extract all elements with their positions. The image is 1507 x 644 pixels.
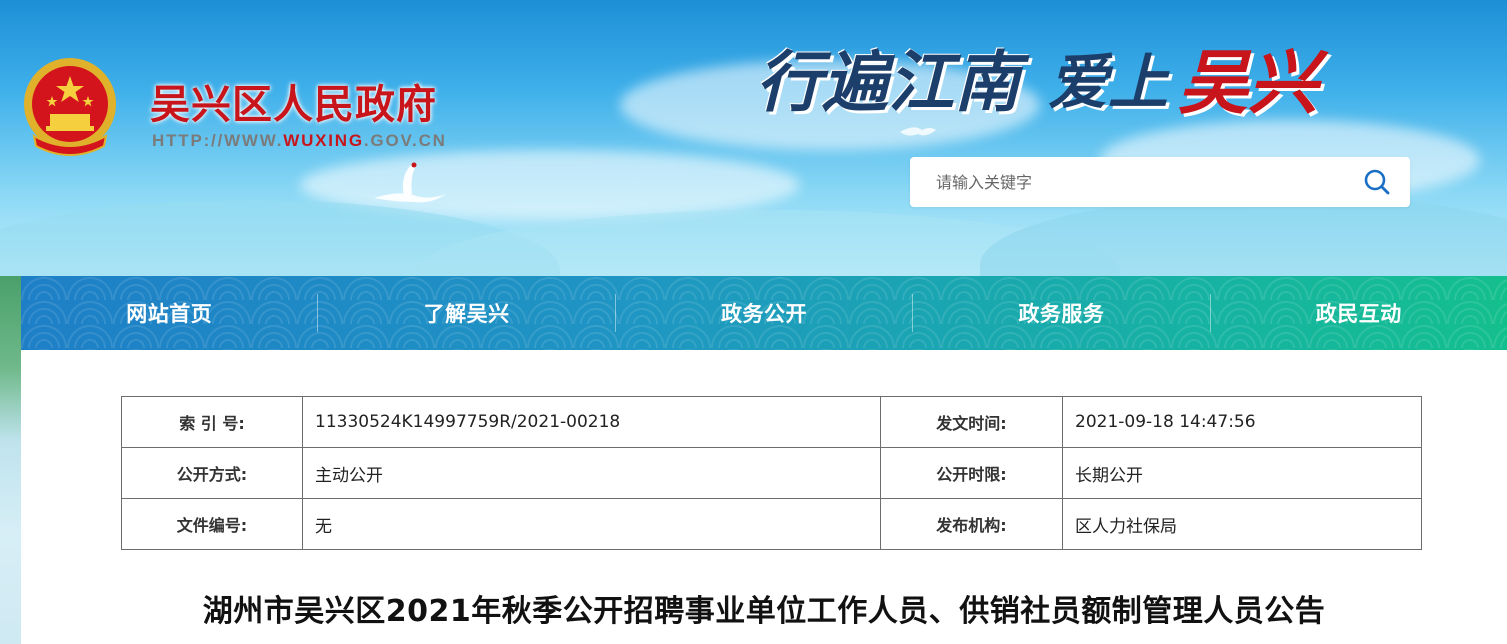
site-url-suffix: .GOV.CN — [363, 131, 447, 150]
slogan-part1: 行遍江南 — [756, 43, 1020, 121]
meta-label-doc-number: 文件编号: — [121, 498, 303, 550]
site-url[interactable]: HTTP://WWW.WUXING.GOV.CN — [152, 131, 447, 151]
search-icon — [1364, 169, 1390, 195]
site-title[interactable]: 吴兴区人民政府 — [150, 72, 437, 130]
nav-item-home[interactable]: 网站首页 — [21, 276, 317, 350]
slogan-part2: 爱上 — [1048, 47, 1168, 118]
table-row: 公开方式: 主动公开 公开时限: 长期公开 — [121, 447, 1422, 499]
nav-item-gov-service[interactable]: 政务服务 — [913, 276, 1209, 350]
article-title: 湖州市吴兴区2021年秋季公开招聘事业单位工作人员、供销社员额制管理人员公告 — [202, 594, 1326, 629]
document-meta-table: 索 引 号: 11330524K14997759R/2021-00218 发文时… — [121, 396, 1422, 550]
hill-decoration — [980, 195, 1507, 276]
table-row: 索 引 号: 11330524K14997759R/2021-00218 发文时… — [121, 396, 1422, 448]
crane-bird-icon — [374, 162, 446, 203]
meta-label-disclosure-period: 公开时限: — [880, 447, 1063, 499]
nav-item-interaction[interactable]: 政民互动 — [1211, 276, 1507, 350]
meta-label-date: 发文时间: — [880, 396, 1063, 448]
header-banner: 吴兴区人民政府 HTTP://WWW.WUXING.GOV.CN 行遍江南 爱上… — [0, 0, 1507, 276]
meta-label-disclosure-method: 公开方式: — [121, 447, 303, 499]
side-scenery — [0, 276, 21, 644]
meta-value-doc-number: 无 — [302, 498, 881, 550]
main-content: 索 引 号: 11330524K14997759R/2021-00218 发文时… — [21, 350, 1507, 644]
site-url-highlight: WUXING — [283, 131, 364, 150]
search-button[interactable] — [1362, 167, 1392, 197]
national-emblem-icon — [24, 58, 116, 156]
table-row: 文件编号: 无 发布机构: 区人力社保局 — [121, 498, 1422, 550]
nav-item-about[interactable]: 了解吴兴 — [318, 276, 614, 350]
meta-label-index: 索 引 号: — [121, 396, 303, 448]
meta-value-date: 2021-09-18 14:47:56 — [1062, 396, 1422, 448]
meta-value-index: 11330524K14997759R/2021-00218 — [302, 396, 881, 448]
site-url-prefix: HTTP://WWW. — [152, 131, 284, 150]
meta-value-disclosure-period: 长期公开 — [1062, 447, 1422, 499]
search-box — [910, 157, 1410, 207]
nav-item-gov-info[interactable]: 政务公开 — [616, 276, 912, 350]
meta-value-disclosure-method: 主动公开 — [302, 447, 881, 499]
meta-label-publisher: 发布机构: — [880, 498, 1063, 550]
main-nav: 网站首页 了解吴兴 政务公开 政务服务 政民互动 — [21, 276, 1507, 350]
slogan-part3: 吴兴 — [1178, 40, 1318, 124]
slogan: 行遍江南 爱上 吴兴 — [756, 22, 1318, 132]
search-input[interactable] — [928, 157, 1348, 207]
meta-value-publisher: 区人力社保局 — [1062, 498, 1422, 550]
